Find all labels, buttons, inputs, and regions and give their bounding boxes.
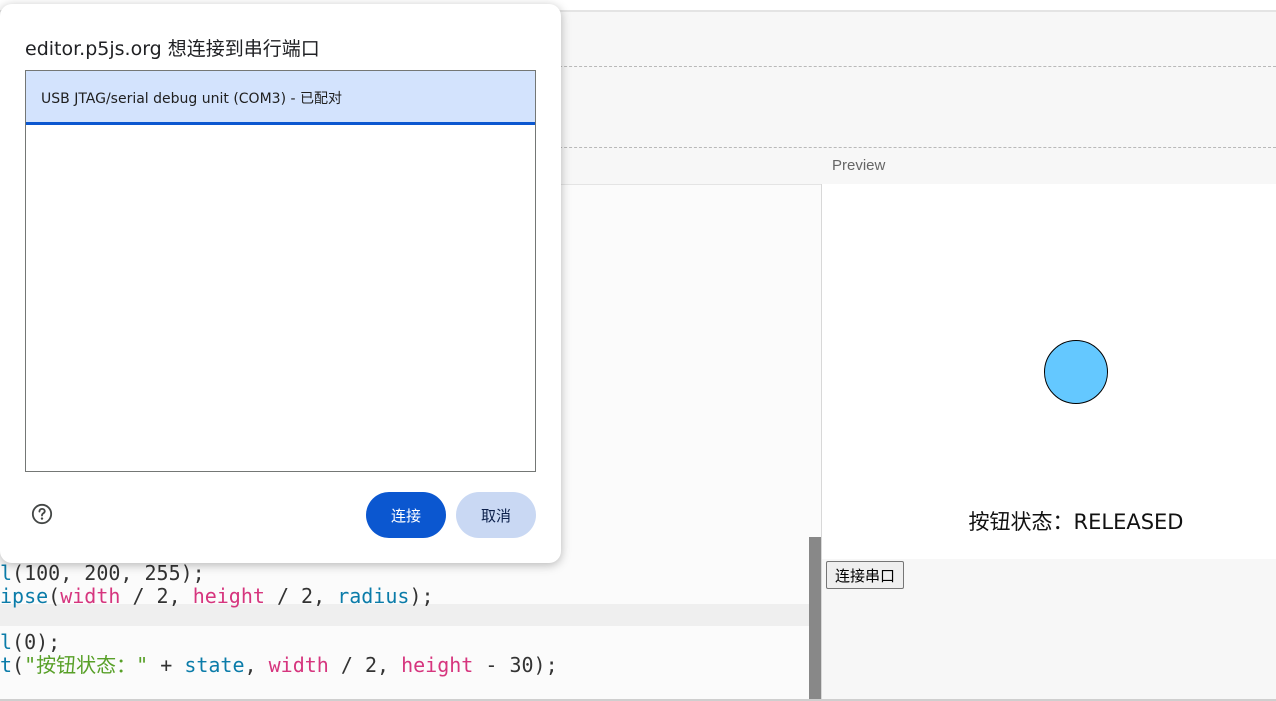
code-token: l: [0, 630, 13, 654]
code-line: l(100, 200, 255);: [0, 562, 558, 585]
code-token: (0);: [12, 630, 61, 654]
code-token: "按钮状态：": [24, 653, 149, 677]
preview-label: Preview: [832, 157, 886, 174]
cancel-button[interactable]: 取消: [456, 492, 536, 538]
code-token: radius: [337, 584, 410, 608]
help-circle-icon[interactable]: [31, 503, 53, 525]
code-lines[interactable]: l(100, 200, 255); ipse(width / 2, height …: [0, 562, 558, 677]
code-line: ipse(width / 2, height / 2, radius);: [0, 585, 558, 608]
code-token: l: [0, 561, 13, 585]
code-token: (100, 200, 255);: [12, 561, 205, 585]
code-token: height: [401, 653, 474, 677]
code-token: height: [192, 584, 265, 608]
serial-port-dialog: editor.p5js.org 想连接到串行端口 USB JTAG/serial…: [0, 4, 561, 563]
editor-scrollbar[interactable]: [809, 537, 821, 701]
p5-editor-app: Preview l(100, 200, 255); ipse(width / 2,…: [0, 0, 1276, 701]
code-token: / 2,: [120, 584, 193, 608]
code-token: );: [409, 584, 434, 608]
device-item-com3[interactable]: USB JTAG/serial debug unit (COM3) - 已配对: [26, 71, 535, 125]
button-state-circle: [1044, 340, 1108, 404]
code-token: state: [184, 653, 245, 677]
code-token: width: [60, 584, 121, 608]
code-token: ipse: [0, 584, 49, 608]
code-token: (: [12, 653, 25, 677]
code-token: / 2,: [328, 653, 402, 677]
code-token: +: [148, 653, 185, 677]
connect-serial-button[interactable]: 连接串口: [826, 561, 905, 589]
connect-button[interactable]: 连接: [366, 492, 446, 538]
code-line: l(0);: [0, 631, 558, 654]
preview-controls: 连接串口: [822, 559, 1276, 701]
dialog-title: editor.p5js.org 想连接到串行端口: [25, 38, 320, 60]
code-token: (: [48, 584, 61, 608]
code-token: t: [0, 653, 13, 677]
device-list[interactable]: USB JTAG/serial debug unit (COM3) - 已配对: [25, 70, 536, 472]
device-item-label: USB JTAG/serial debug unit (COM3) - 已配对: [41, 91, 342, 107]
code-token: - 30);: [473, 653, 558, 677]
preview-canvas[interactable]: 按钮状态：RELEASED: [822, 184, 1276, 559]
button-state-text: 按钮状态：RELEASED: [968, 510, 1184, 534]
code-token: / 2,: [264, 584, 338, 608]
code-line: t("按钮状态：" + state, width / 2, height - 3…: [0, 654, 558, 677]
code-token: width: [268, 653, 329, 677]
code-token: ,: [244, 653, 269, 677]
